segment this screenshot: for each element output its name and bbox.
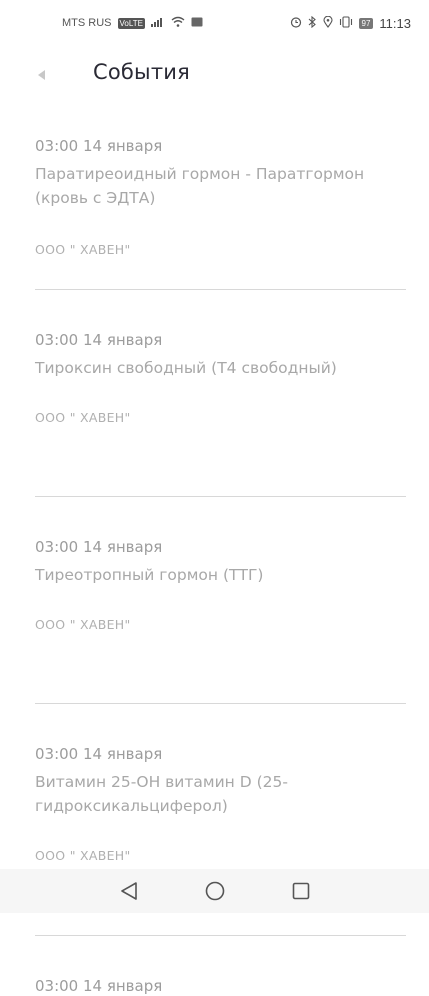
nav-recents-button[interactable] — [289, 879, 313, 903]
app-header: События — [0, 55, 429, 95]
back-button[interactable] — [34, 66, 50, 84]
status-bar-left: MTS RUS VoLTE — [62, 16, 203, 30]
event-item[interactable]: 03:00 14 января Тироксин свободный (Т4 с… — [35, 330, 406, 497]
location-icon — [322, 15, 333, 31]
page-title: События — [93, 60, 190, 84]
event-time: 03:00 14 января — [35, 137, 163, 155]
nav-back-icon — [120, 881, 138, 901]
event-title: Витамин 25-ОН витамин D (25-гидроксикаль… — [35, 773, 288, 815]
nav-home-button[interactable] — [203, 879, 227, 903]
event-time: 03:00 14 января — [35, 977, 163, 995]
status-bar-right: 97 11:13 — [290, 15, 411, 31]
event-time: 03:00 14 января — [35, 538, 163, 556]
event-item[interactable]: 03:00 14 января Тиреотропный гормон (ТТГ… — [35, 537, 406, 704]
battery-indicator: 97 — [358, 17, 374, 29]
event-organization: ООО " ХАВЕН" — [35, 410, 131, 425]
event-organization: ООО " ХАВЕН" — [35, 848, 131, 863]
event-title: Тиреотропный гормон (ТТГ) — [35, 566, 264, 584]
sms-notification-icon — [191, 17, 203, 30]
signal-bars-icon — [150, 16, 165, 30]
event-organization: ООО " ХАВЕН" — [35, 617, 131, 632]
event-organization: ООО " ХАВЕН" — [35, 242, 131, 257]
event-title: Паратиреоидный гормон - Паратгормон (кро… — [35, 165, 365, 207]
vibrate-icon — [339, 15, 353, 31]
events-list[interactable]: 03:00 14 января Паратиреоидный гормон - … — [35, 136, 406, 996]
alarm-icon — [290, 16, 302, 31]
event-title: Тироксин свободный (Т4 свободный) — [35, 359, 337, 377]
event-time: 03:00 14 января — [35, 745, 163, 763]
volte-badge: VoLTE — [117, 17, 145, 29]
nav-back-button[interactable] — [117, 879, 141, 903]
status-bar: MTS RUS VoLTE 97 11:13 — [0, 0, 429, 46]
wifi-icon — [171, 16, 185, 30]
nav-home-icon — [205, 881, 225, 901]
event-item[interactable]: 03:00 14 января — [35, 976, 406, 996]
event-time: 03:00 14 января — [35, 331, 163, 349]
carrier-label: MTS RUS — [62, 17, 112, 29]
event-item[interactable]: 03:00 14 января Паратиреоидный гормон - … — [35, 136, 406, 290]
bluetooth-icon — [308, 15, 317, 31]
nav-recents-icon — [292, 882, 310, 900]
system-navigation-bar — [0, 869, 429, 913]
back-arrow-icon — [38, 70, 46, 80]
clock: 11:13 — [379, 15, 411, 31]
